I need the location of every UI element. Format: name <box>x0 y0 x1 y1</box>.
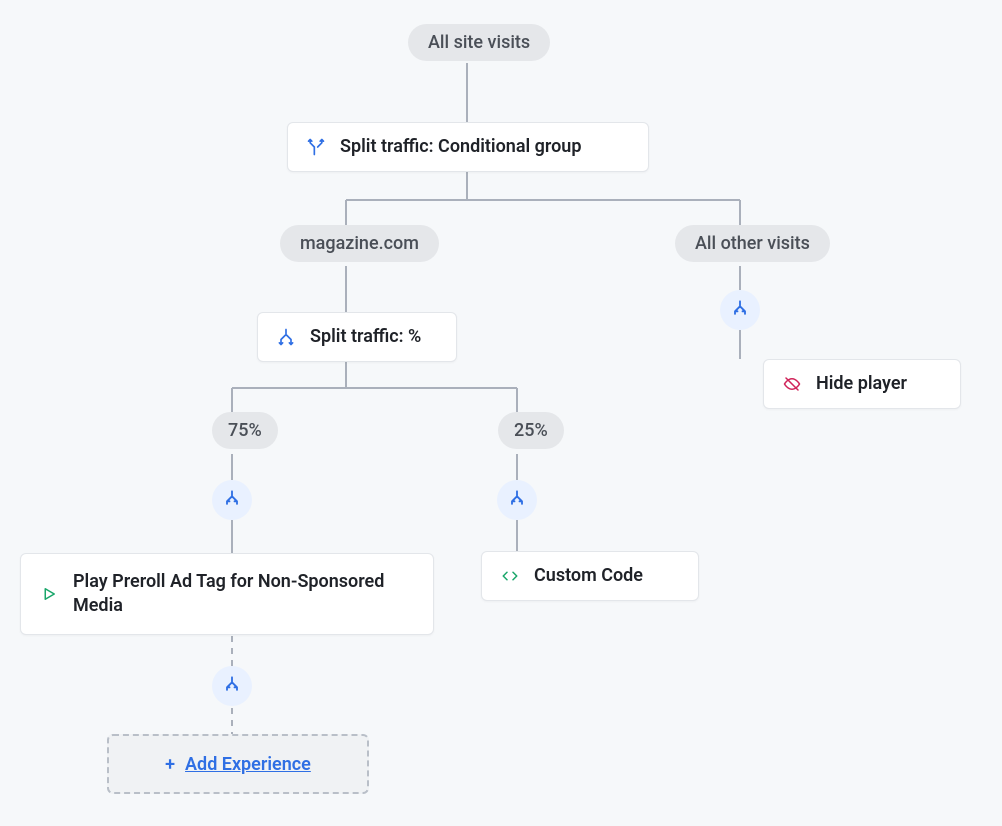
pct-25-label: 25% <box>514 420 548 441</box>
add-experience-label: Add Experience <box>185 754 311 775</box>
pct-75-label: 75% <box>228 420 262 441</box>
split-junction-75[interactable] <box>212 480 252 520</box>
split-percent-label: Split traffic: % <box>310 325 421 349</box>
root-node[interactable]: All site visits <box>408 24 550 61</box>
split-junction-other[interactable] <box>720 290 760 330</box>
hide-icon <box>782 374 802 394</box>
root-label: All site visits <box>428 32 530 53</box>
experience-hide-player-label: Hide player <box>816 372 907 396</box>
pct-25[interactable]: 25% <box>498 412 564 449</box>
split-conditional-icon <box>306 137 326 157</box>
experience-custom-code-label: Custom Code <box>534 564 643 588</box>
plus-icon: + <box>165 754 175 775</box>
split-percent-icon <box>276 327 296 347</box>
split-percent-node[interactable]: Split traffic: % <box>257 312 457 362</box>
branch-other[interactable]: All other visits <box>675 225 830 262</box>
split-fork-icon <box>507 488 527 512</box>
split-conditional-node[interactable]: Split traffic: Conditional group <box>287 122 649 172</box>
experience-preroll[interactable]: Play Preroll Ad Tag for Non-Sponsored Me… <box>20 553 434 635</box>
experience-custom-code[interactable]: Custom Code <box>481 551 699 601</box>
split-fork-icon <box>222 674 242 698</box>
pct-75[interactable]: 75% <box>212 412 278 449</box>
split-conditional-label: Split traffic: Conditional group <box>340 135 581 159</box>
split-fork-icon <box>222 488 242 512</box>
add-experience-button[interactable]: + Add Experience <box>107 734 369 794</box>
split-fork-icon <box>730 298 750 322</box>
code-icon <box>500 566 520 586</box>
experience-hide-player[interactable]: Hide player <box>763 359 961 409</box>
experience-preroll-label: Play Preroll Ad Tag for Non-Sponsored Me… <box>73 570 413 619</box>
branch-other-label: All other visits <box>695 233 810 254</box>
branch-magazine[interactable]: magazine.com <box>280 225 439 262</box>
flow-canvas: All site visits Split traffic: Condition… <box>0 0 1002 826</box>
split-junction-25[interactable] <box>497 480 537 520</box>
split-junction-preroll[interactable] <box>212 666 252 706</box>
branch-magazine-label: magazine.com <box>300 233 419 254</box>
play-icon <box>39 584 59 604</box>
